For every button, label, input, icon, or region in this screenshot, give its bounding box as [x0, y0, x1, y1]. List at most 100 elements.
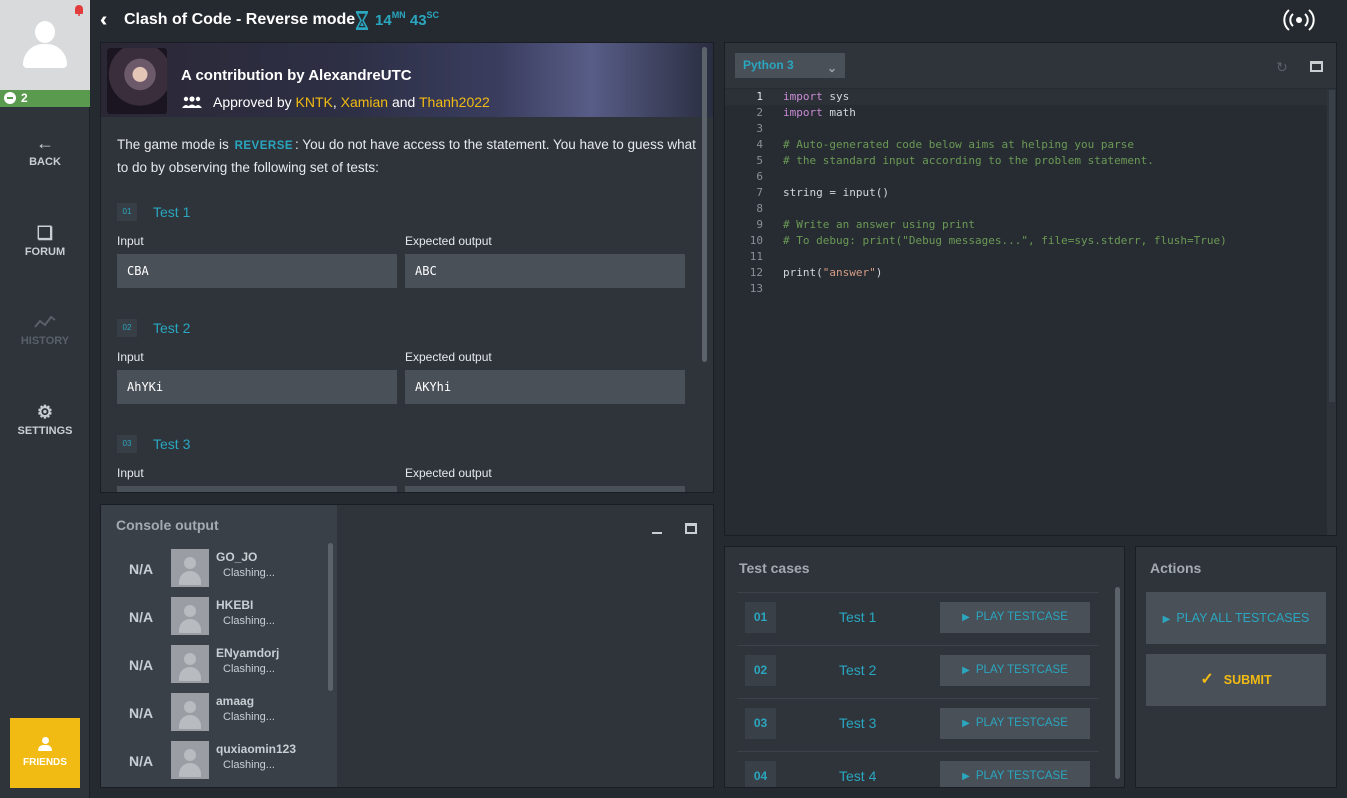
test-number-badge: 01 [117, 203, 137, 221]
line-number: 9 [756, 218, 763, 231]
player-row[interactable]: N/A amaag Clashing... [101, 693, 331, 733]
approver-link[interactable]: KNTK [296, 94, 333, 110]
code-line[interactable]: 4 # Auto-generated code below aims at hel… [725, 137, 1330, 153]
player-row[interactable]: N/A HKEBI Clashing... [101, 597, 331, 637]
code-text: print("answer") [783, 265, 882, 281]
reset-code-icon[interactable]: ↻ [1276, 59, 1288, 76]
code-line[interactable]: 8 [725, 201, 1330, 217]
approver-link[interactable]: Thanh2022 [419, 94, 490, 110]
testcases-scrollbar[interactable] [1115, 587, 1120, 779]
avatar-body-shape [23, 44, 67, 68]
code-token: math [822, 106, 856, 119]
line-number: 7 [756, 186, 763, 199]
play-icon: ▶ [962, 771, 970, 782]
player-name: GO_JO [216, 550, 258, 564]
play-testcase-button[interactable]: ▶ PLAY TESTCASE [940, 761, 1090, 787]
statement-scrollbar[interactable] [702, 47, 707, 362]
friends-button[interactable]: FRIENDS [10, 718, 80, 788]
line-number: 8 [756, 202, 763, 215]
test-expected-output-value [405, 486, 685, 492]
maximize-icon[interactable] [685, 523, 697, 534]
code-line[interactable]: 10 # To debug: print("Debug messages...",… [725, 233, 1330, 249]
input-label: Input [117, 350, 144, 364]
line-number: 3 [756, 122, 763, 135]
play-all-testcases-button[interactable]: ▶ PLAY ALL TESTCASES [1146, 592, 1326, 644]
player-score: N/A [129, 609, 154, 625]
code-line[interactable]: 13 [725, 281, 1330, 297]
contributor-avatar[interactable] [107, 48, 167, 114]
header: ‹‹ Clash of Code - Reverse mode 14MN 43S… [90, 0, 1347, 40]
online-friends-bar[interactable]: 2 [0, 90, 90, 107]
player-status: Clashing... [223, 759, 275, 771]
code-text: import sys [783, 89, 849, 105]
input-label: Input [117, 234, 144, 248]
expected-output-label: Expected output [405, 350, 492, 364]
player-name: amaag [216, 694, 255, 708]
editor-scrollbar[interactable] [1329, 90, 1335, 402]
code-area[interactable]: 1 import sys 2 import math 3 4 # Auto-generate… [725, 89, 1330, 297]
timer-minutes: 14 [375, 12, 392, 29]
player-row[interactable]: N/A quxiaomin123 Clashing... [101, 741, 331, 781]
play-testcase-label: PLAY TESTCASE [975, 611, 1068, 623]
check-icon: ✓ [1200, 671, 1214, 688]
nav-settings-label: SETTINGS [17, 425, 73, 437]
player-score: N/A [129, 705, 154, 721]
nav-settings[interactable]: ⚙ SETTINGS [0, 402, 90, 437]
player-avatar [171, 741, 209, 779]
player-status: Clashing... [223, 615, 275, 627]
code-line[interactable]: 11 [725, 249, 1330, 265]
testcase-row: 01 Test 1 ▶ PLAY TESTCASE [737, 592, 1099, 645]
game-title: Clash of Code - Reverse mode [124, 11, 356, 28]
nav-history[interactable]: HISTORY [0, 312, 90, 347]
testcase-number: 03 [745, 708, 776, 739]
player-row[interactable]: N/A GO_JO Clashing... [101, 549, 331, 589]
testcase-name[interactable]: Test 1 [839, 609, 876, 625]
code-line[interactable]: 3 [725, 121, 1330, 137]
line-number: 12 [749, 266, 763, 279]
submit-button[interactable]: ✓ SUBMIT [1146, 654, 1326, 706]
gear-icon: ⚙ [36, 402, 54, 422]
play-testcase-button[interactable]: ▶ PLAY TESTCASE [940, 655, 1090, 686]
code-line[interactable]: 5 # the standard input according to the p… [725, 153, 1330, 169]
broadcast-icon[interactable] [1283, 9, 1315, 31]
nav-back[interactable]: ← BACK [0, 133, 90, 168]
play-icon: ▶ [962, 612, 970, 623]
code-line[interactable]: 7 string = input() [725, 185, 1330, 201]
avatar[interactable] [0, 0, 90, 90]
test-expected-output-value: AKYhi [405, 370, 685, 404]
player-row[interactable]: N/A ENyamdorj Clashing... [101, 645, 331, 685]
line-number: 10 [749, 234, 763, 247]
play-testcase-button[interactable]: ▶ PLAY TESTCASE [940, 602, 1090, 633]
code-line[interactable]: 2 import math [725, 105, 1330, 121]
sidebar: 2 ← BACK ❏ FORUM HISTORY ⚙ SETTINGS FRIE… [0, 0, 90, 798]
line-number: 13 [749, 282, 763, 295]
test-title: Test 3 [153, 436, 191, 452]
code-line[interactable]: 12 print("answer") [725, 265, 1330, 281]
minimize-icon[interactable] [652, 532, 662, 534]
code-line[interactable]: 1 import sys [725, 89, 1330, 105]
players-scrollbar[interactable] [328, 543, 333, 691]
test-input-value [117, 486, 397, 492]
approver-link[interactable]: Xamian [341, 94, 388, 110]
play-testcase-label: PLAY TESTCASE [975, 770, 1068, 782]
code-line[interactable]: 9 # Write an answer using print [725, 217, 1330, 233]
play-icon: ▶ [1162, 614, 1171, 625]
play-all-label: PLAY ALL TESTCASES [1176, 611, 1310, 625]
line-number: 5 [756, 154, 763, 167]
testcase-name[interactable]: Test 4 [839, 768, 876, 784]
double-chevron-left-icon[interactable]: ‹‹ [100, 10, 109, 30]
expected-output-label: Expected output [405, 234, 492, 248]
testcase-name[interactable]: Test 3 [839, 715, 876, 731]
history-chart-icon [34, 315, 56, 328]
notification-bell-icon[interactable] [75, 5, 83, 16]
play-testcase-button[interactable]: ▶ PLAY TESTCASE [940, 708, 1090, 739]
code-line[interactable]: 6 [725, 169, 1330, 185]
testcase-name[interactable]: Test 2 [839, 662, 876, 678]
testcase-number: 02 [745, 655, 776, 686]
friends-label: FRIENDS [23, 757, 67, 768]
language-select[interactable]: Python 3 ⌄ [735, 53, 845, 78]
nav-forum[interactable]: ❏ FORUM [0, 223, 90, 258]
person-icon [38, 737, 52, 753]
player-name: ENyamdorj [216, 646, 280, 660]
maximize-icon[interactable] [1310, 61, 1323, 72]
